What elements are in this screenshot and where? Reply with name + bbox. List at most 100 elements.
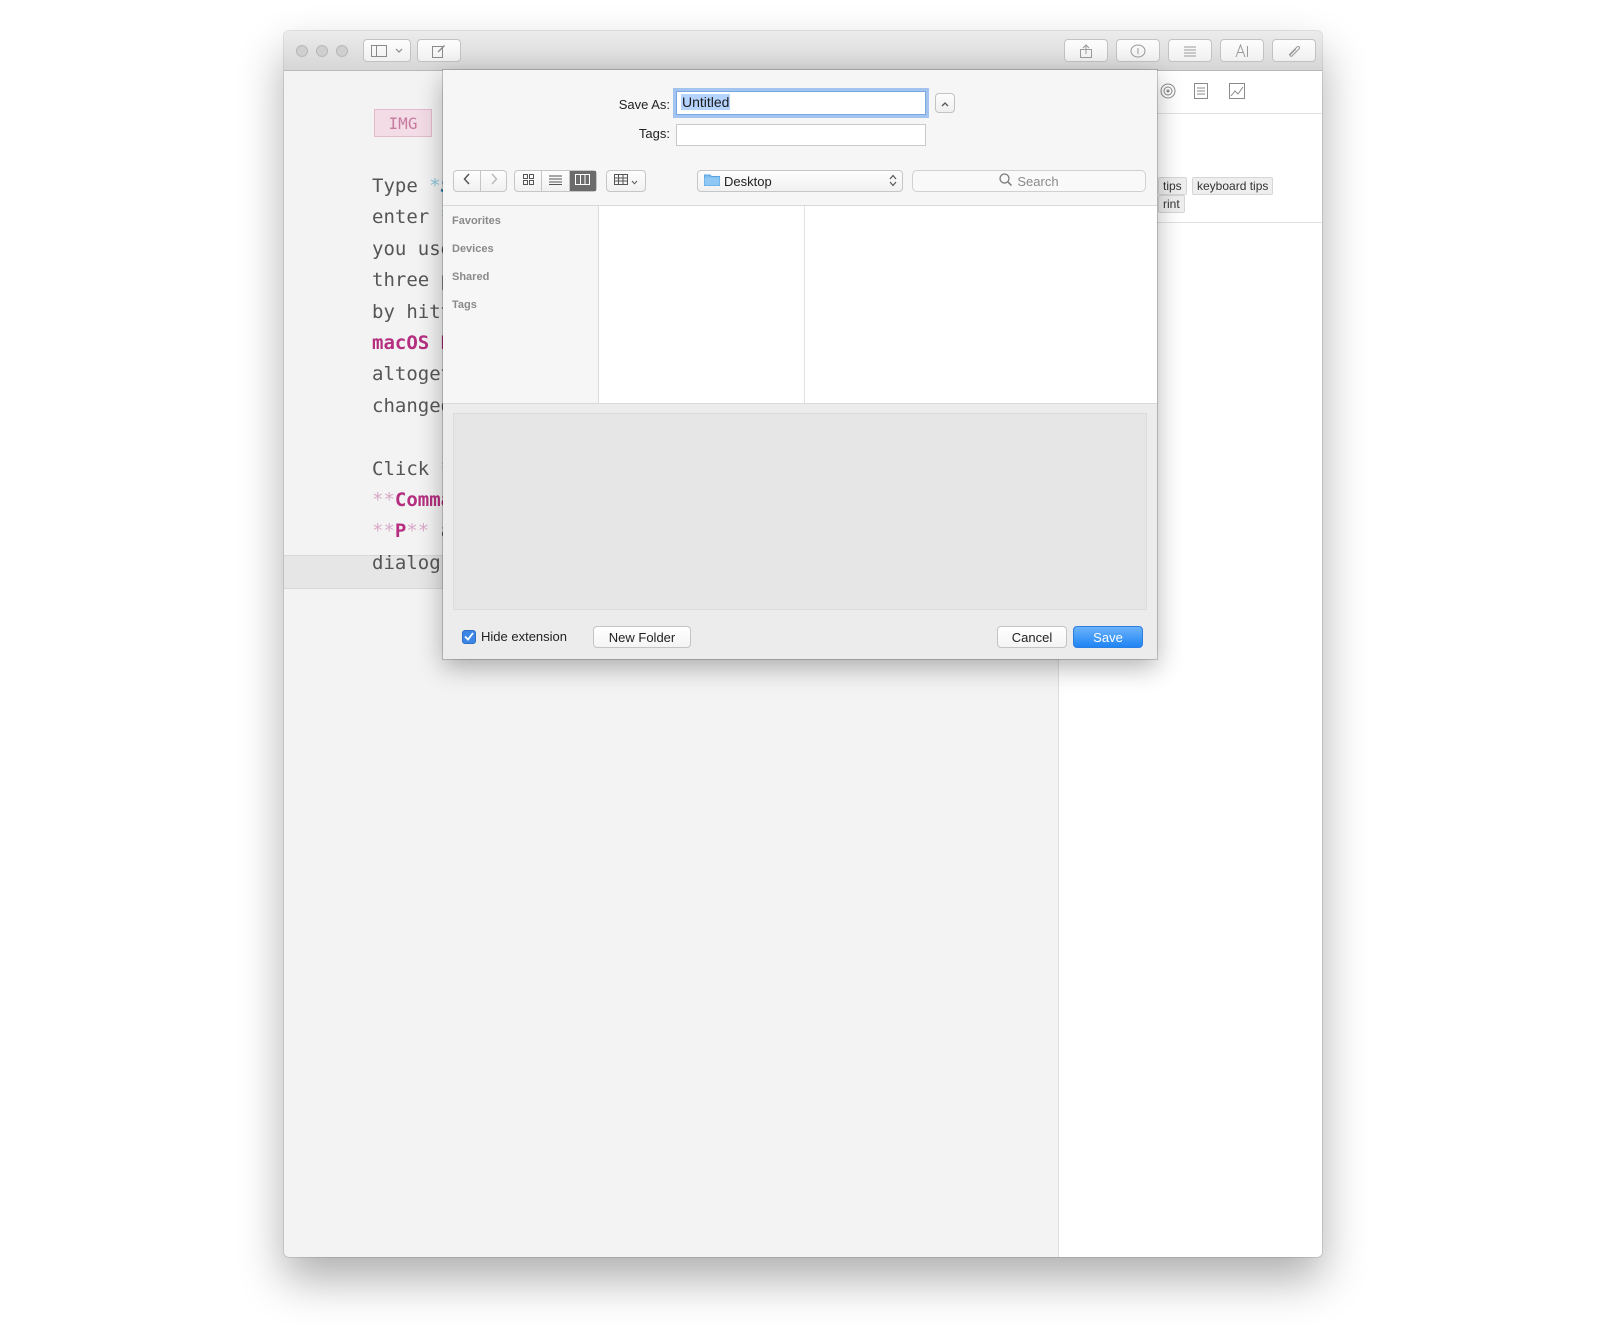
file-browser-column[interactable] bbox=[805, 206, 1157, 403]
editor-line[interactable]: dialog. bbox=[372, 547, 452, 579]
editor-line[interactable]: three p bbox=[372, 264, 452, 296]
list-icon bbox=[1183, 45, 1197, 57]
folder-icon bbox=[704, 173, 720, 189]
view-mode-control bbox=[514, 170, 597, 192]
attachment-icon bbox=[1286, 44, 1302, 58]
compose-button[interactable] bbox=[417, 39, 461, 62]
image-icon[interactable] bbox=[1229, 83, 1245, 104]
back-button[interactable] bbox=[454, 171, 480, 191]
search-placeholder: Search bbox=[1017, 173, 1059, 189]
chevron-down-icon bbox=[395, 48, 403, 54]
editor-line[interactable]: macOS H bbox=[372, 327, 452, 359]
save-dialog-footer: Hide extension New Folder Cancel Save bbox=[443, 610, 1157, 659]
font-icon bbox=[1235, 43, 1249, 58]
document-icon[interactable] bbox=[1194, 83, 1208, 104]
editor-line[interactable]: you use bbox=[372, 233, 452, 265]
editor-bold-text: macOS H bbox=[372, 332, 453, 354]
up-down-chevron-icon bbox=[889, 174, 897, 190]
location-label: Desktop bbox=[724, 173, 772, 189]
font-button[interactable] bbox=[1220, 39, 1264, 62]
save-dialog-navigation: Desktop Search bbox=[443, 154, 1157, 206]
sidebar-toggle-button[interactable] bbox=[363, 39, 411, 62]
checkmark-icon bbox=[464, 628, 474, 646]
arrange-menu-button[interactable] bbox=[606, 170, 646, 192]
sidebar-toggle-icon bbox=[371, 44, 387, 57]
editor-line[interactable]: by hitt bbox=[372, 296, 452, 328]
file-browser: Favorites Devices Shared Tags bbox=[443, 206, 1157, 404]
outline-button[interactable] bbox=[1168, 39, 1212, 62]
markdown-marker: ** bbox=[372, 520, 395, 543]
tags-label: Tags: bbox=[638, 126, 670, 141]
tag-chip[interactable]: tips bbox=[1158, 177, 1187, 195]
save-as-label: Save As: bbox=[618, 97, 670, 112]
info-icon bbox=[1130, 44, 1146, 58]
editor-line[interactable]: Click * bbox=[372, 453, 452, 485]
editor-line-text: by hitt bbox=[372, 300, 453, 323]
editor-bold-text: P bbox=[394, 520, 407, 543]
editor-line[interactable]: **Comma bbox=[372, 484, 452, 516]
location-popup[interactable]: Desktop bbox=[697, 170, 903, 192]
collapse-dialog-button[interactable] bbox=[935, 93, 955, 113]
editor-line-text: Type bbox=[372, 175, 430, 197]
share-button[interactable] bbox=[1064, 39, 1108, 62]
editor-line[interactable]: enter * bbox=[372, 201, 452, 233]
info-button[interactable] bbox=[1116, 39, 1160, 62]
editor-line-text: three p bbox=[372, 269, 453, 292]
markdown-marker: ** bbox=[406, 520, 441, 543]
sidebar-section-shared[interactable]: Shared bbox=[452, 271, 489, 283]
arrange-control bbox=[607, 171, 645, 191]
chevron-down-icon bbox=[631, 172, 638, 190]
tag-chip[interactable]: keyboard tips bbox=[1192, 177, 1274, 195]
list-view-button[interactable] bbox=[541, 171, 568, 191]
share-icon bbox=[1080, 43, 1092, 58]
editor-line-text: altoget bbox=[372, 363, 453, 386]
tags-field[interactable] bbox=[676, 124, 926, 146]
editor-line-text: you use bbox=[372, 237, 453, 260]
compose-icon bbox=[432, 44, 446, 58]
column-view-button[interactable] bbox=[568, 171, 596, 191]
target-icon[interactable] bbox=[1160, 83, 1176, 104]
chevron-right-icon bbox=[490, 172, 498, 190]
markdown-marker: * bbox=[429, 175, 441, 197]
grid-icon bbox=[522, 172, 534, 190]
hide-extension-label[interactable]: Hide extension bbox=[481, 629, 567, 644]
search-field[interactable]: Search bbox=[912, 170, 1146, 192]
minimize-window-button[interactable] bbox=[316, 45, 328, 57]
tag-chip[interactable]: rint bbox=[1158, 195, 1185, 213]
editor-line-text: enter bbox=[372, 206, 441, 229]
editor-line-text: dialog. bbox=[372, 551, 453, 574]
sidebar-section-devices[interactable]: Devices bbox=[452, 243, 494, 255]
editor-line-text: changed bbox=[372, 394, 453, 417]
list-icon bbox=[548, 172, 562, 190]
back-forward-control bbox=[453, 170, 507, 192]
save-as-field[interactable]: Untitled bbox=[676, 91, 926, 115]
editor-line[interactable]: altoget bbox=[372, 358, 452, 390]
search-icon bbox=[999, 173, 1013, 189]
columns-icon bbox=[575, 172, 591, 190]
editor-line-text: Click bbox=[372, 457, 441, 480]
chevron-left-icon bbox=[463, 172, 471, 190]
sidebar-section-tags[interactable]: Tags bbox=[452, 299, 477, 311]
zoom-window-button[interactable] bbox=[336, 45, 348, 57]
window-titlebar bbox=[284, 31, 1322, 71]
editor-line[interactable]: changed bbox=[372, 390, 452, 422]
image-placeholder-tag[interactable]: IMG bbox=[374, 109, 432, 137]
save-dialog: Save As: Untitled Tags: Desktop Search F… bbox=[443, 70, 1157, 659]
file-preview-area bbox=[453, 413, 1147, 610]
file-browser-column[interactable] bbox=[599, 206, 805, 403]
save-as-value: Untitled bbox=[681, 94, 731, 110]
close-window-button[interactable] bbox=[296, 45, 308, 57]
gallery-icon bbox=[614, 172, 628, 190]
save-button[interactable]: Save bbox=[1073, 626, 1143, 648]
new-folder-button[interactable]: New Folder bbox=[593, 626, 691, 648]
chevron-up-icon bbox=[941, 94, 949, 112]
icon-view-button[interactable] bbox=[515, 171, 541, 191]
editor-line[interactable]: **P** a bbox=[372, 515, 452, 547]
hide-extension-checkbox[interactable] bbox=[462, 630, 476, 644]
markdown-marker: ** bbox=[372, 489, 395, 511]
forward-button[interactable] bbox=[480, 171, 506, 191]
attachment-button[interactable] bbox=[1272, 39, 1316, 62]
cancel-button[interactable]: Cancel bbox=[997, 626, 1067, 648]
sidebar-section-favorites[interactable]: Favorites bbox=[452, 215, 501, 227]
editor-line[interactable]: Type *S bbox=[372, 170, 452, 202]
